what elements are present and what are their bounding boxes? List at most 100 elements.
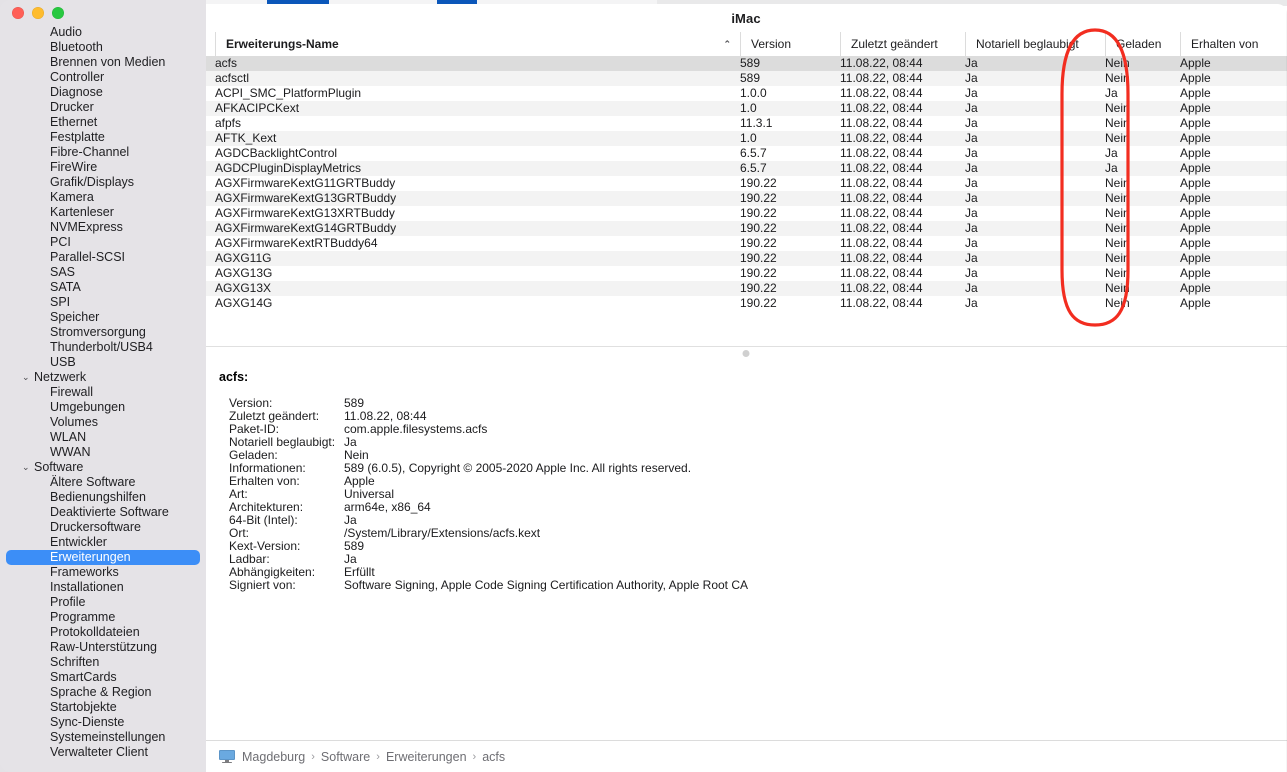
sidebar-item-fibre-channel[interactable]: Fibre-Channel xyxy=(6,145,200,160)
table-row[interactable]: AGXFirmwareKextG13XRTBuddy 190.22 11.08.22… xyxy=(205,206,1287,221)
close-button[interactable] xyxy=(12,7,24,19)
sidebar-item-software[interactable]: ⌄ Software xyxy=(6,460,200,475)
chevron-down-icon[interactable]: ⌄ xyxy=(22,460,32,475)
sidebar-item-label: Drucker xyxy=(50,100,94,114)
table-row[interactable]: AGXG14G 190.22 11.08.22, 08:44 Ja Nein Apple xyxy=(205,296,1287,311)
table-row[interactable]: AFKACIPCKext 1.0 11.08.22, 08:44 Ja Nein Appl… xyxy=(205,101,1287,116)
table-row[interactable]: AGXFirmwareKextG11GRTBuddy 190.22 11.08.22… xyxy=(205,176,1287,191)
sidebar-item-wwan[interactable]: WWAN xyxy=(6,445,200,460)
sidebar-item-thunderbolt-usb4[interactable]: Thunderbolt/USB4 xyxy=(6,340,200,355)
sidebar-item-firewall[interactable]: Firewall xyxy=(6,385,200,400)
chevron-down-icon[interactable]: ⌄ xyxy=(22,370,32,385)
column-header-loaded[interactable]: Geladen xyxy=(1105,32,1180,56)
sidebar-item-deaktivierte-software[interactable]: Deaktivierte Software xyxy=(6,505,200,520)
sidebar-item-sprache-region[interactable]: Sprache & Region xyxy=(6,685,200,700)
sidebar-item-nvmexpress[interactable]: NVMExpress xyxy=(6,220,200,235)
window-titlebar[interactable]: iMac xyxy=(205,4,1287,32)
sidebar-item-diagnose[interactable]: Diagnose xyxy=(6,85,200,100)
sidebar-item-programme[interactable]: Programme xyxy=(6,610,200,625)
table-row[interactable]: AGXFirmwareKextG14GRTBuddy 190.22 11.08.22… xyxy=(205,221,1287,236)
sidebar-item-audio[interactable]: Audio xyxy=(6,25,200,40)
sidebar-item-sas[interactable]: SAS xyxy=(6,265,200,280)
cell-notarized: Ja xyxy=(965,146,978,160)
column-header-source[interactable]: Erhalten von xyxy=(1180,32,1287,56)
sidebar-item-firewire[interactable]: FireWire xyxy=(6,160,200,175)
cell-loaded: Nein xyxy=(1105,56,1130,70)
sidebar-item-grafik-displays[interactable]: Grafik/Displays xyxy=(6,175,200,190)
sidebar-item-bluetooth[interactable]: Bluetooth xyxy=(6,40,200,55)
column-header-version[interactable]: Version xyxy=(740,32,840,56)
sidebar-item-stromversorgung[interactable]: Stromversorgung xyxy=(6,325,200,340)
cell-version: 11.3.1 xyxy=(740,116,773,130)
sidebar-item-kamera[interactable]: Kamera xyxy=(6,190,200,205)
sidebar-item-verwalteter-client[interactable]: Verwalteter Client xyxy=(6,745,200,760)
sidebar-item-umgebungen[interactable]: Umgebungen xyxy=(6,400,200,415)
sidebar-item-ltere-software[interactable]: Ältere Software xyxy=(6,475,200,490)
sidebar-item-sync-dienste[interactable]: Sync-Dienste xyxy=(6,715,200,730)
table-row[interactable]: acfs 589 11.08.22, 08:44 Ja Nein Apple xyxy=(205,56,1287,71)
sidebar-item-entwickler[interactable]: Entwickler xyxy=(6,535,200,550)
sidebar-item-festplatte[interactable]: Festplatte xyxy=(6,130,200,145)
table-row[interactable]: AGDCBacklightControl 6.5.7 11.08.22, 08:44… xyxy=(205,146,1287,161)
extensions-table[interactable]: acfs 589 11.08.22, 08:44 Ja Nein Apple acfsctl… xyxy=(205,56,1287,346)
table-row[interactable]: AGXFirmwareKextG13GRTBuddy 190.22 11.08.22… xyxy=(205,191,1287,206)
table-row[interactable]: acfsctl 589 11.08.22, 08:44 Ja Nein Apple xyxy=(205,71,1287,86)
table-row[interactable]: afpfs 11.3.1 11.08.22, 08:44 Ja Nein Apple xyxy=(205,116,1287,131)
sidebar-item-pci[interactable]: PCI xyxy=(6,235,200,250)
cell-notarized: Ja xyxy=(965,86,978,100)
cell-name: AGDCPluginDisplayMetrics xyxy=(215,161,362,175)
cell-modified: 11.08.22, 08:44 xyxy=(840,236,923,250)
table-row[interactable]: AGXG13X 190.22 11.08.22, 08:44 Ja Nein Apple xyxy=(205,281,1287,296)
sidebar-item-parallel-scsi[interactable]: Parallel-SCSI xyxy=(6,250,200,265)
cell-loaded: Nein xyxy=(1105,176,1130,190)
table-row[interactable]: AGXFirmwareKextRTBuddy64 190.22 11.08.22, … xyxy=(205,236,1287,251)
sidebar-item-label: Verwalteter Client xyxy=(50,745,148,759)
table-row[interactable]: AGDCPluginDisplayMetrics 6.5.7 11.08.22, 0… xyxy=(205,161,1287,176)
breadcrumb-item[interactable]: Magdeburg xyxy=(242,750,305,764)
sidebar-item-wlan[interactable]: WLAN xyxy=(6,430,200,445)
sidebar-item-brennen-von-medien[interactable]: Brennen von Medien xyxy=(6,55,200,70)
splitter-grip-icon[interactable] xyxy=(742,350,750,357)
sidebar-item-usb[interactable]: USB xyxy=(6,355,200,370)
sidebar-item-speicher[interactable]: Speicher xyxy=(6,310,200,325)
breadcrumb-item[interactable]: Erweiterungen xyxy=(386,750,467,764)
chevron-up-icon[interactable]: ⌃ xyxy=(723,32,731,56)
sidebar-item-drucker[interactable]: Drucker xyxy=(6,100,200,115)
table-row[interactable]: AGXG11G 190.22 11.08.22, 08:44 Ja Nein Apple xyxy=(205,251,1287,266)
sidebar-item-bedienungshilfen[interactable]: Bedienungshilfen xyxy=(6,490,200,505)
column-header-modified[interactable]: Zuletzt geändert xyxy=(840,32,965,56)
zoom-button[interactable] xyxy=(52,7,64,19)
sidebar-item-ethernet[interactable]: Ethernet xyxy=(6,115,200,130)
table-row[interactable]: AGXG13G 190.22 11.08.22, 08:44 Ja Nein Apple xyxy=(205,266,1287,281)
column-header-label: Notariell beglaubigt xyxy=(976,37,1079,51)
window-traffic-lights[interactable] xyxy=(12,7,64,19)
breadcrumb-item[interactable]: Software xyxy=(321,750,370,764)
sidebar-item-frameworks[interactable]: Frameworks xyxy=(6,565,200,580)
table-row[interactable]: ACPI_SMC_PlatformPlugin 1.0.0 11.08.22, 08… xyxy=(205,86,1287,101)
sidebar-item-label: WWAN xyxy=(50,445,91,459)
sidebar-item-profile[interactable]: Profile xyxy=(6,595,200,610)
sidebar-item-kartenleser[interactable]: Kartenleser xyxy=(6,205,200,220)
sidebar-item-protokolldateien[interactable]: Protokolldateien xyxy=(6,625,200,640)
sidebar-item-sata[interactable]: SATA xyxy=(6,280,200,295)
sidebar-item-druckersoftware[interactable]: Druckersoftware xyxy=(6,520,200,535)
sidebar-item-erweiterungen[interactable]: Erweiterungen xyxy=(6,550,200,565)
cell-source: Apple xyxy=(1180,206,1211,220)
sidebar-item-schriften[interactable]: Schriften xyxy=(6,655,200,670)
sidebar-item-spi[interactable]: SPI xyxy=(6,295,200,310)
column-header-name[interactable]: Erweiterungs-Name ⌃ xyxy=(215,32,740,56)
sidebar-item-netzwerk[interactable]: ⌄ Netzwerk xyxy=(6,370,200,385)
sidebar-item-raw-unterst-tzung[interactable]: Raw-Unterstützung xyxy=(6,640,200,655)
minimize-button[interactable] xyxy=(32,7,44,19)
breadcrumb-item[interactable]: acfs xyxy=(482,750,505,764)
column-header-notarized[interactable]: Notariell beglaubigt xyxy=(965,32,1105,56)
sidebar-item-smartcards[interactable]: SmartCards xyxy=(6,670,200,685)
cell-loaded: Nein xyxy=(1105,296,1130,310)
sidebar-item-installationen[interactable]: Installationen xyxy=(6,580,200,595)
sidebar-item-volumes[interactable]: Volumes xyxy=(6,415,200,430)
sidebar-item-systemeinstellungen[interactable]: Systemeinstellungen xyxy=(6,730,200,745)
sidebar-item-controller[interactable]: Controller xyxy=(6,70,200,85)
table-row[interactable]: AFTK_Kext 1.0 11.08.22, 08:44 Ja Nein Apple xyxy=(205,131,1287,146)
sidebar-item-startobjekte[interactable]: Startobjekte xyxy=(6,700,200,715)
sidebar-item-label: Frameworks xyxy=(50,565,119,579)
